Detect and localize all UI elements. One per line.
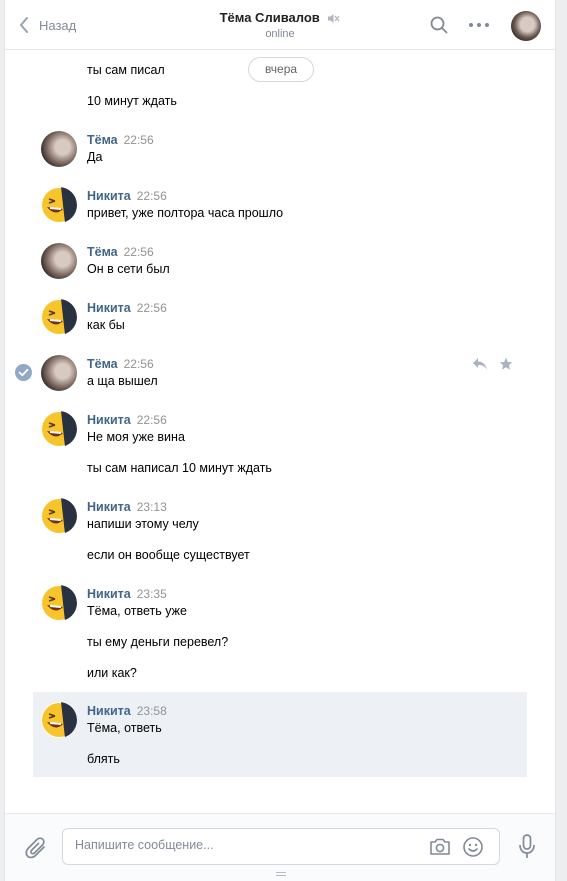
message-text: ты сам писал: [87, 63, 165, 77]
author-name[interactable]: Тёма: [87, 133, 118, 147]
contact-avatar[interactable]: [511, 11, 541, 41]
more-icon[interactable]: [468, 18, 490, 32]
message-author[interactable]: Никита 23:58: [87, 704, 167, 718]
message-text: Тёма, ответь: [87, 721, 162, 735]
laughing-emoji-avatar-icon: [42, 585, 77, 621]
message-text: если он вообще существует: [87, 548, 250, 562]
message-text: или как?: [87, 666, 137, 680]
message-time: 22:56: [123, 357, 154, 371]
message-feed[interactable]: вчера ты сам писал 10 минут ждать Тёма 22…: [5, 51, 555, 813]
chat-title[interactable]: Тёма Сливалов: [220, 10, 320, 25]
message-input[interactable]: [75, 838, 415, 852]
avatar[interactable]: [41, 498, 77, 534]
author-name[interactable]: Тёма: [87, 357, 118, 371]
message-author[interactable]: Тёма 22:56: [87, 357, 154, 371]
message-input-box[interactable]: [62, 828, 500, 865]
author-name[interactable]: Никита: [87, 704, 131, 718]
laughing-emoji-avatar-icon: [42, 702, 77, 738]
message-author[interactable]: Никита 22:56: [87, 189, 167, 203]
reply-icon[interactable]: [472, 357, 488, 371]
message-group[interactable]: Никита 22:56 привет, уже полтора часа про…: [5, 185, 555, 225]
message-text: ты сам написал 10 минут ждать: [87, 461, 272, 475]
message-group: ты сам писал 10 минут ждать: [5, 51, 555, 121]
avatar[interactable]: [41, 187, 77, 223]
message-text: Не моя уже вина: [87, 430, 185, 444]
chat-window: Назад Тёма Сливалов online вчера ты сам …: [4, 0, 556, 881]
select-check-icon[interactable]: [15, 364, 32, 381]
message-group[interactable]: Никита 23:35 Тёма, ответь уже ты ему день…: [5, 583, 555, 683]
author-name[interactable]: Никита: [87, 189, 131, 203]
avatar[interactable]: [41, 131, 77, 167]
resize-handle[interactable]: [276, 872, 286, 878]
message-time: 22:56: [123, 133, 154, 147]
smile-icon[interactable]: [462, 836, 484, 858]
author-name[interactable]: Тёма: [87, 245, 118, 259]
camera-icon[interactable]: [429, 837, 451, 857]
message-group[interactable]: Тёма 22:56 а ща вышел: [5, 353, 555, 393]
message-group[interactable]: Никита 22:56 Не моя уже вина ты сам напис…: [5, 409, 555, 479]
message-time: 22:56: [136, 189, 167, 203]
laughing-emoji-avatar-icon: [42, 299, 77, 335]
star-icon[interactable]: [499, 357, 513, 371]
avatar[interactable]: [41, 585, 77, 621]
message-time: 23:13: [136, 500, 167, 514]
chat-header: Назад Тёма Сливалов online: [5, 0, 555, 50]
laughing-emoji-avatar-icon: [42, 411, 77, 447]
message-group[interactable]: Тёма 22:56 Он в сети был: [5, 241, 555, 281]
author-name[interactable]: Никита: [87, 587, 131, 601]
message-group[interactable]: Тёма 22:56 Да: [5, 129, 555, 169]
message-text: а ща вышел: [87, 374, 158, 388]
avatar[interactable]: [41, 702, 77, 738]
message-text: напиши этому челу: [87, 517, 199, 531]
avatar[interactable]: [41, 243, 77, 279]
author-name[interactable]: Никита: [87, 500, 131, 514]
laughing-emoji-avatar-icon: [42, 187, 77, 223]
message-text: ты ему деньги перевел?: [87, 635, 229, 649]
search-icon[interactable]: [430, 16, 448, 34]
message-group-selected[interactable]: Никита 23:58 Тёма, ответь блять: [33, 692, 527, 777]
message-author[interactable]: Тёма 22:56: [87, 245, 154, 259]
laughing-emoji-avatar-icon: [42, 498, 77, 534]
paperclip-icon[interactable]: [25, 836, 47, 860]
message-text: Да: [87, 150, 103, 164]
microphone-icon[interactable]: [519, 834, 535, 860]
author-name[interactable]: Никита: [87, 413, 131, 427]
message-text: привет, уже полтора часа прошло: [87, 206, 284, 220]
avatar[interactable]: [41, 411, 77, 447]
message-author[interactable]: Никита 23:35: [87, 587, 167, 601]
message-group[interactable]: Никита 22:56 как бы: [5, 297, 555, 337]
message-text: как бы: [87, 318, 125, 332]
message-author[interactable]: Никита 23:13: [87, 500, 167, 514]
message-time: 23:35: [136, 587, 167, 601]
message-text: 10 минут ждать: [87, 94, 177, 108]
message-time: 22:56: [136, 301, 167, 315]
message-group[interactable]: Никита 23:13 напиши этому челу если он во…: [5, 496, 555, 566]
avatar[interactable]: [41, 299, 77, 335]
composer: [5, 813, 555, 881]
message-author[interactable]: Тёма 22:56: [87, 133, 154, 147]
muted-speaker-icon: [328, 14, 340, 24]
message-time: 22:56: [136, 413, 167, 427]
avatar[interactable]: [41, 355, 77, 391]
author-name[interactable]: Никита: [87, 301, 131, 315]
message-author[interactable]: Никита 22:56: [87, 413, 167, 427]
message-author[interactable]: Никита 22:56: [87, 301, 167, 315]
message-text: Тёма, ответь уже: [87, 604, 187, 618]
message-time: 22:56: [123, 245, 154, 259]
message-time: 23:58: [136, 704, 167, 718]
message-text: Он в сети был: [87, 262, 170, 276]
message-text: блять: [87, 752, 120, 766]
